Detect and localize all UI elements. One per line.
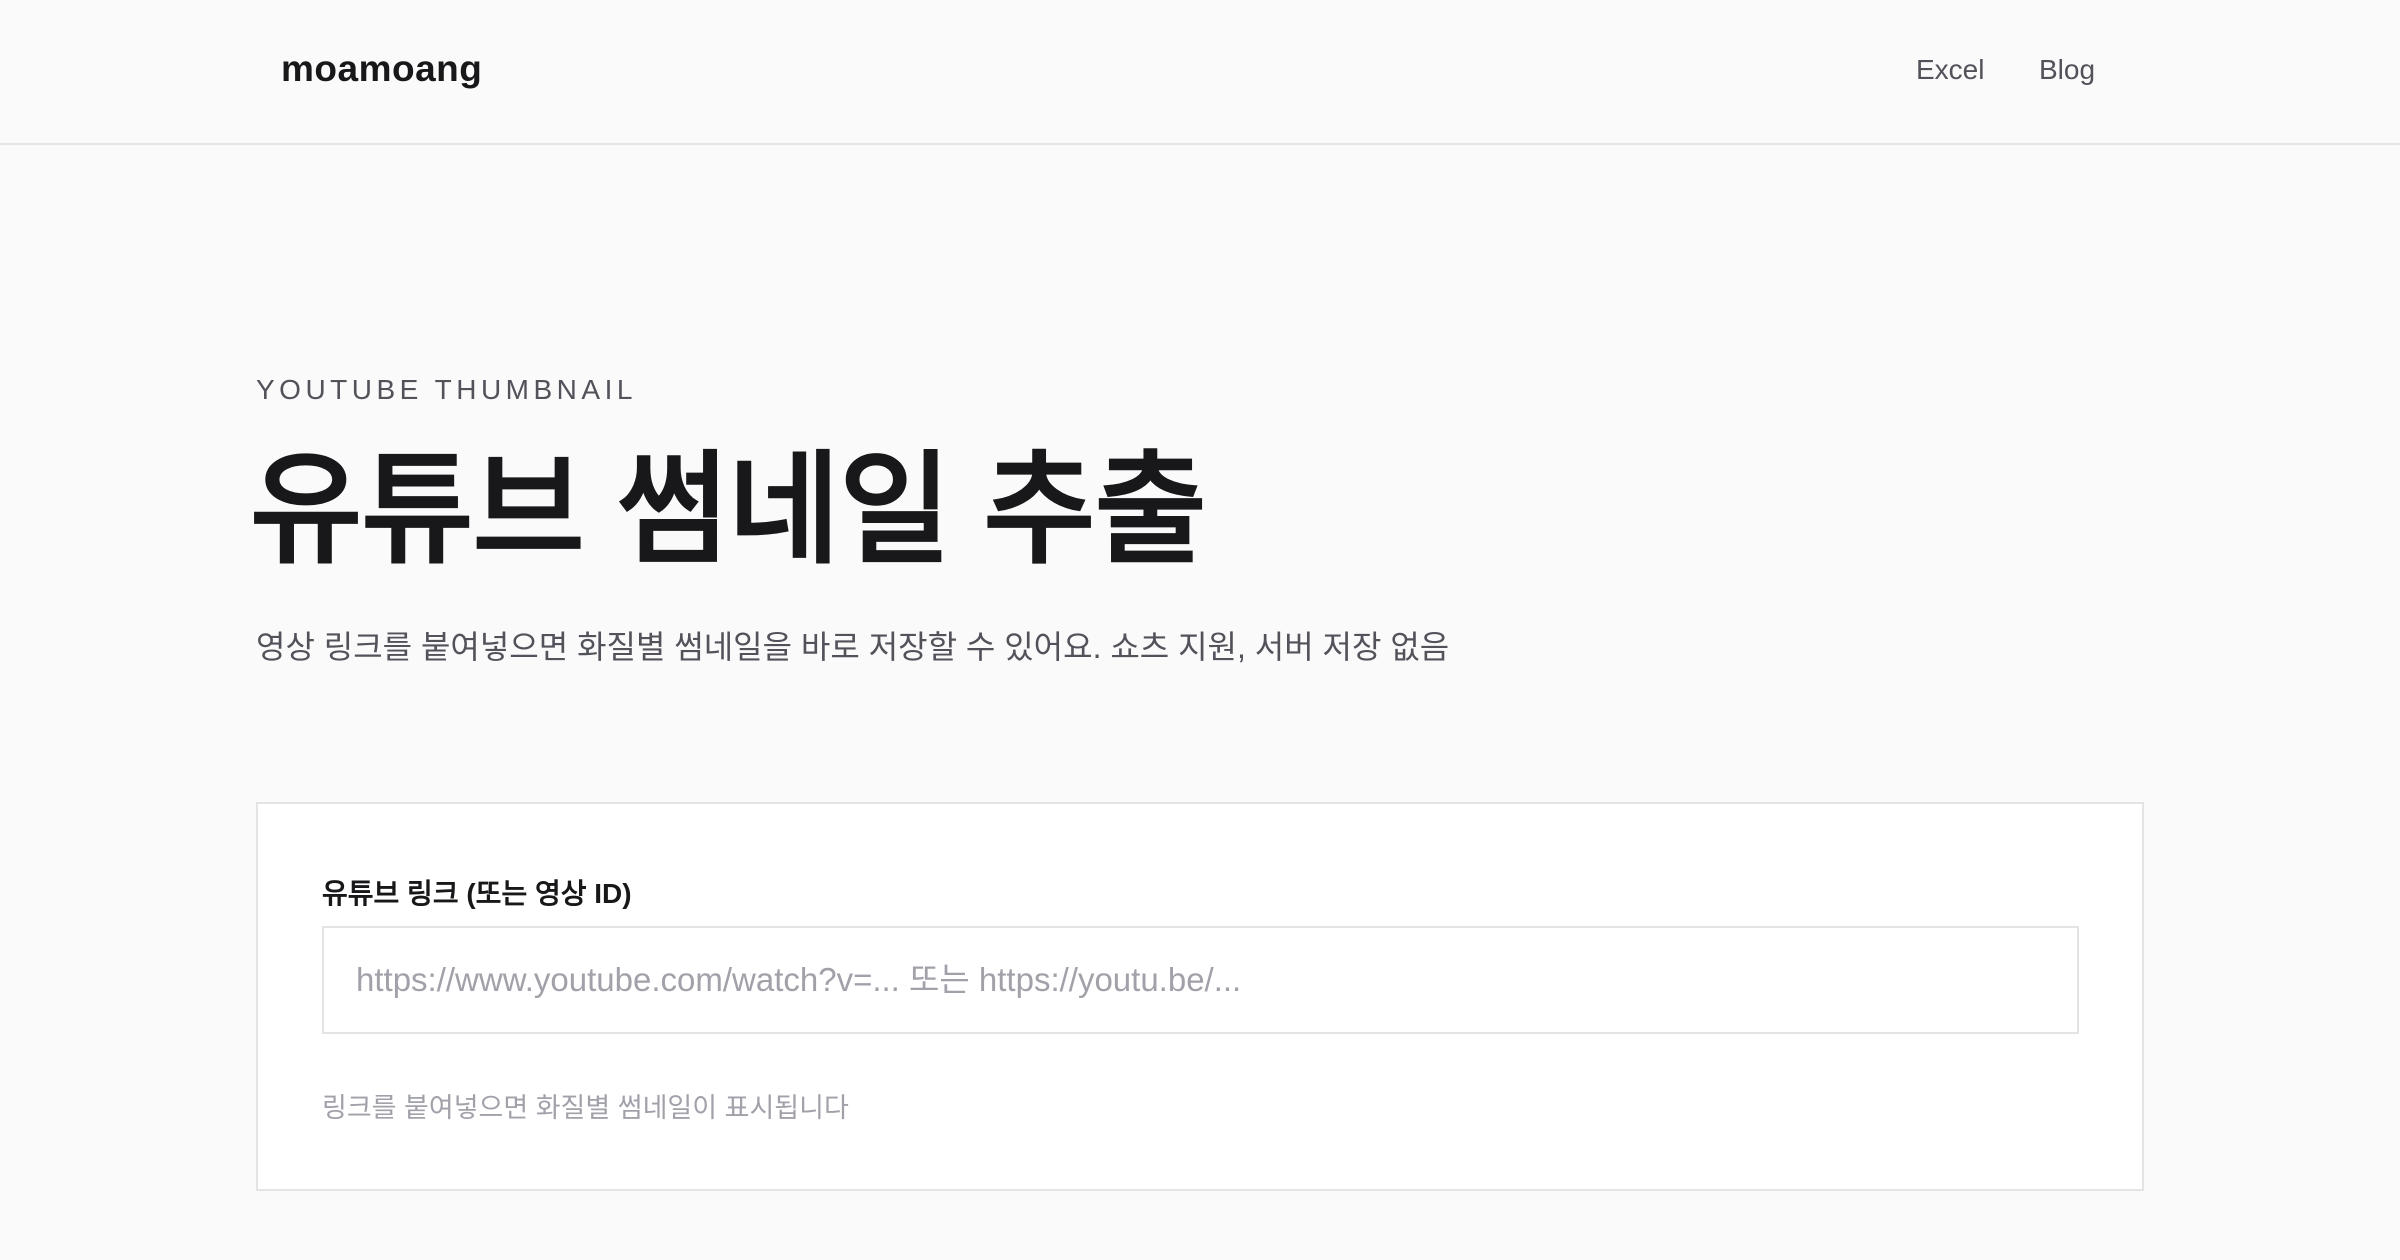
url-field-label: 유튜브 링크 (또는 영상 ID) bbox=[322, 878, 632, 909]
url-hint-text: 링크를 붙여넣으면 화질별 썸네일이 표시됩니다 bbox=[322, 1093, 849, 1123]
top-nav: Excel Blog bbox=[0, 54, 2400, 94]
nav-link-excel[interactable]: Excel bbox=[1916, 54, 1984, 86]
nav-link-blog[interactable]: Blog bbox=[2039, 54, 2095, 86]
page-subtitle: 영상 링크를 붙여넣으면 화질별 썸네일을 바로 저장할 수 있어요. 쇼츠 지… bbox=[256, 629, 1450, 665]
section-eyebrow: YOUTUBE THUMBNAIL bbox=[256, 374, 637, 405]
page-title: 유튜브 썸네일 추출 bbox=[250, 442, 1207, 578]
youtube-url-input[interactable] bbox=[322, 926, 2079, 1034]
url-form-card: 유튜브 링크 (또는 영상 ID) 링크를 붙여넣으면 화질별 썸네일이 표시됩… bbox=[256, 802, 2144, 1191]
site-header: moamoang Excel Blog bbox=[0, 0, 2400, 145]
